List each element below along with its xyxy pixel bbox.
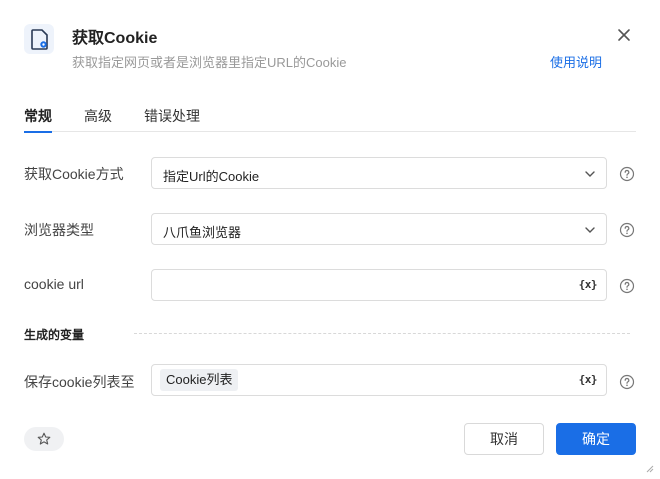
chevron-down-icon xyxy=(585,227,595,233)
help-link[interactable]: 使用说明 xyxy=(550,52,602,71)
insert-variable-button[interactable]: {x} xyxy=(579,278,598,291)
section-divider xyxy=(134,333,630,334)
tab-general[interactable]: 常规 xyxy=(24,106,52,133)
help-circle-icon[interactable] xyxy=(619,166,635,182)
star-icon xyxy=(37,432,51,445)
save-to-input[interactable]: Cookie列表 {x} xyxy=(151,364,607,396)
close-icon[interactable] xyxy=(616,27,632,43)
variable-chip[interactable]: Cookie列表 xyxy=(160,369,239,391)
chevron-down-icon xyxy=(585,171,595,177)
save-to-label: 保存cookie列表至 xyxy=(24,374,135,390)
tab-advanced[interactable]: 高级 xyxy=(84,106,112,132)
cancel-button[interactable]: 取消 xyxy=(464,423,544,455)
browser-label: 浏览器类型 xyxy=(24,222,94,238)
ok-button[interactable]: 确定 xyxy=(556,423,636,455)
help-circle-icon[interactable] xyxy=(619,278,635,294)
browser-select[interactable]: 八爪鱼浏览器 xyxy=(151,213,607,245)
dialog-subtitle: 获取指定网页或者是浏览器里指定URL的Cookie xyxy=(72,55,347,70)
method-select[interactable]: 指定Url的Cookie xyxy=(151,157,607,189)
browser-value: 八爪鱼浏览器 xyxy=(163,225,242,240)
favorite-button[interactable] xyxy=(24,427,64,451)
tab-bar: 常规 高级 错误处理 xyxy=(24,106,636,133)
tab-error-handling[interactable]: 错误处理 xyxy=(144,106,200,132)
cookie-url-label: cookie url xyxy=(24,276,84,292)
cookie-url-input[interactable]: {x} xyxy=(151,269,607,301)
method-value: 指定Url的Cookie xyxy=(163,169,260,184)
resize-handle-icon[interactable] xyxy=(644,463,654,473)
generated-variables-heading: 生成的变量 xyxy=(24,328,85,342)
help-circle-icon[interactable] xyxy=(619,222,635,238)
method-label: 获取Cookie方式 xyxy=(24,166,124,182)
help-circle-icon[interactable] xyxy=(619,374,635,390)
document-gear-icon xyxy=(24,24,54,54)
dialog-title: 获取Cookie xyxy=(72,30,158,47)
insert-variable-button[interactable]: {x} xyxy=(579,373,598,386)
